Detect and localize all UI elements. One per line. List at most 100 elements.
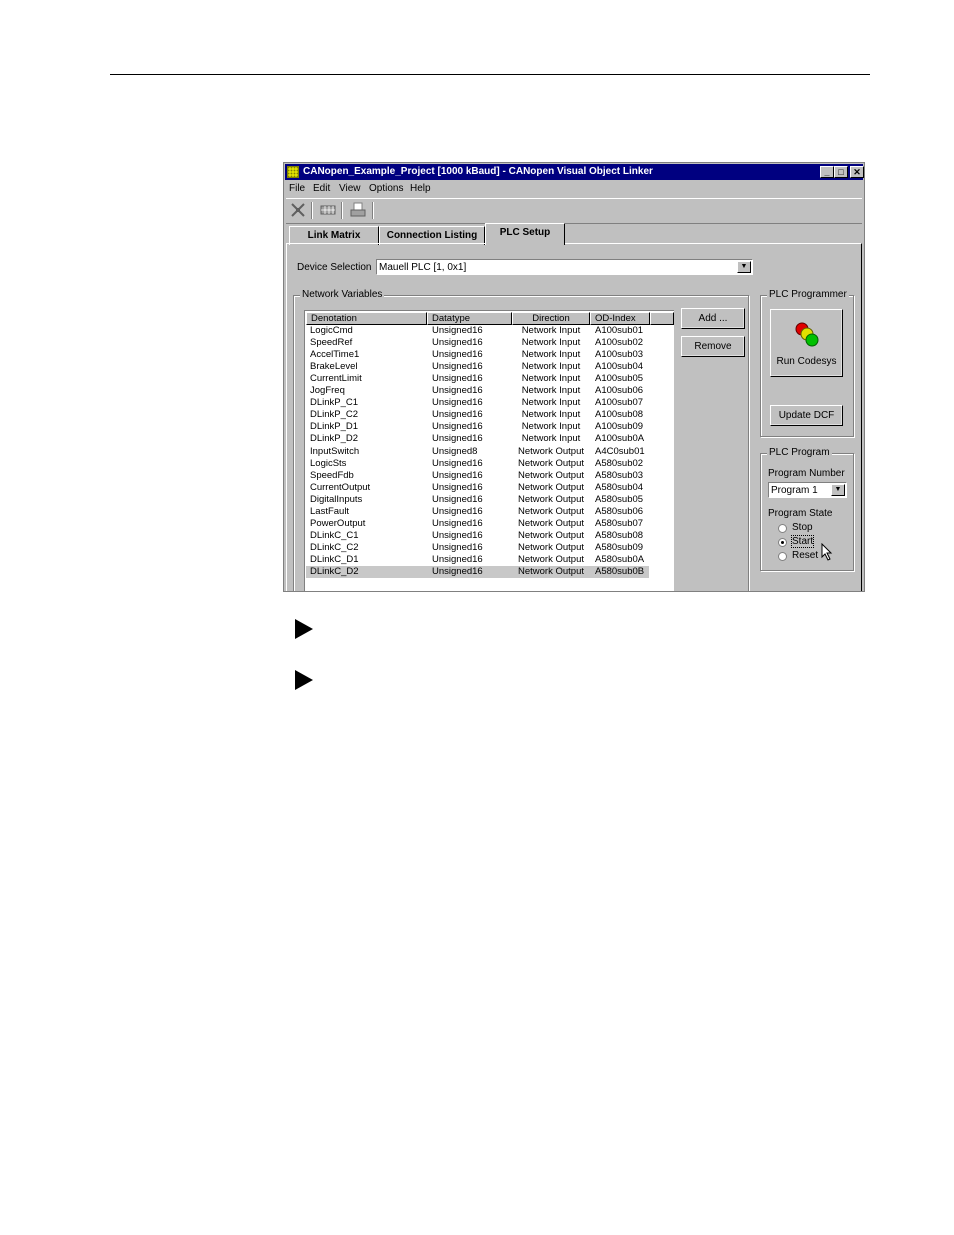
menu-help[interactable]: Help — [410, 183, 431, 194]
toolbar — [286, 198, 862, 224]
table-row[interactable]: LastFault Unsigned16 Network Output A580sub… — [306, 506, 649, 518]
table-row[interactable]: AccelTime1 Unsigned16 Network Input A100sub… — [306, 349, 649, 361]
bullet-arrow-icon — [295, 619, 313, 639]
table-row[interactable]: BrakeLevel Unsigned16 Network Input A100sub… — [306, 361, 649, 373]
maximize-button[interactable]: □ — [834, 166, 848, 178]
table-row[interactable]: SpeedRef Unsigned16 Network Input A100sub02 — [306, 337, 649, 349]
cell-direction: Network Input — [521, 349, 581, 361]
close-button[interactable]: ✕ — [850, 166, 864, 178]
traffic-light-icon — [795, 322, 819, 347]
cell-od-index: A580sub02 — [595, 457, 644, 469]
menu-edit[interactable]: Edit — [313, 183, 330, 194]
network-variables-list[interactable]: Denotation Datatype Direction OD-Index L… — [304, 310, 674, 591]
toolbar-separator — [372, 202, 374, 219]
cell-denotation: AccelTime1 — [310, 349, 360, 361]
cell-direction: Network Input — [521, 433, 581, 445]
cell-datatype: Unsigned16 — [432, 361, 483, 373]
run-codesys-button[interactable]: Run Codesys — [770, 309, 843, 377]
cell-direction: Network Input — [521, 361, 581, 373]
cell-direction: Network Input — [521, 385, 581, 397]
cell-datatype: Unsigned16 — [432, 541, 483, 553]
table-row[interactable]: InputSwitch Unsigned8 Network Output A4C0su… — [306, 446, 649, 458]
table-row[interactable]: DLinkC_D1 Unsigned16 Network Output A580sub… — [306, 554, 649, 566]
program-number-dropdown[interactable]: Program 1 ▼ — [768, 482, 847, 498]
cell-denotation: PowerOutput — [310, 517, 366, 529]
cell-datatype: Unsigned16 — [432, 337, 483, 349]
tab-plc-setup[interactable]: PLC Setup — [485, 223, 565, 245]
cell-datatype: Unsigned16 — [432, 409, 483, 421]
table-row[interactable]: DLinkC_C2 Unsigned16 Network Output A580sub… — [306, 542, 649, 554]
radio-stop-label: Stop — [792, 522, 813, 533]
cell-direction: Network Input — [521, 409, 581, 421]
cell-od-index: A580sub08 — [595, 529, 644, 541]
cell-od-index: A580sub07 — [595, 517, 644, 529]
cell-direction: Network Input — [521, 373, 581, 385]
minimize-button[interactable]: _ — [820, 166, 834, 178]
table-row[interactable]: DLinkP_C1 Unsigned16 Network Input A100sub0… — [306, 397, 649, 409]
column-header-direction[interactable]: Direction — [512, 312, 590, 325]
cell-od-index: A100sub07 — [595, 397, 644, 409]
cell-denotation: DLinkC_C2 — [310, 541, 359, 553]
cell-denotation: JogFreq — [310, 385, 345, 397]
cell-datatype: Unsigned16 — [432, 373, 483, 385]
cell-direction: Network Output — [518, 493, 584, 505]
cell-denotation: CurrentOutput — [310, 481, 371, 493]
table-row[interactable]: DigitalInputs Unsigned16 Network Output A58… — [306, 494, 649, 506]
chevron-down-icon[interactable]: ▼ — [831, 484, 845, 496]
menu-view[interactable]: View — [339, 183, 361, 194]
chevron-down-icon[interactable]: ▼ — [737, 261, 751, 273]
cell-denotation: InputSwitch — [310, 445, 360, 457]
mouse-cursor-icon — [821, 543, 833, 561]
cell-direction: Network Output — [518, 505, 584, 517]
add-button[interactable]: Add ... — [681, 308, 745, 329]
title-bar: CANopen_Example_Project [1000 kBaud] - C… — [285, 164, 864, 180]
cell-denotation: DLinkC_D2 — [310, 566, 359, 577]
table-row[interactable]: CurrentOutput Unsigned16 Network Output A58… — [306, 482, 649, 494]
print-icon[interactable] — [349, 202, 367, 218]
table-row[interactable]: DLinkP_C2 Unsigned16 Network Input A100sub0… — [306, 409, 649, 421]
table-row[interactable]: SpeedFdb Unsigned16 Network Output A580sub0… — [306, 470, 649, 482]
cell-direction: Network Output — [518, 517, 584, 529]
grid-icon[interactable] — [319, 202, 337, 218]
cell-direction: Network Output — [518, 469, 584, 481]
network-variables-label: Network Variables — [300, 289, 385, 300]
cell-od-index: A100sub02 — [595, 337, 644, 349]
column-header-datatype[interactable]: Datatype — [427, 312, 512, 325]
column-header-od-index[interactable]: OD-Index — [590, 312, 650, 325]
table-row[interactable]: LogicCmd Unsigned16 Network Input A100sub01 — [306, 325, 649, 337]
cell-denotation: DLinkP_D2 — [310, 433, 359, 445]
update-dcf-button[interactable]: Update DCF — [770, 405, 843, 426]
cell-denotation: LastFault — [310, 505, 350, 517]
table-row[interactable]: DLinkP_D2 Unsigned16 Network Input A100sub0… — [306, 433, 649, 445]
app-icon — [287, 166, 299, 178]
bullet-arrow-icon — [295, 670, 313, 690]
cell-datatype: Unsigned16 — [432, 553, 483, 565]
cell-direction: Network Output — [518, 553, 584, 565]
radio-stop[interactable] — [778, 524, 787, 533]
menu-file[interactable]: File — [289, 183, 305, 194]
radio-start[interactable] — [778, 538, 787, 547]
remove-button[interactable]: Remove — [681, 336, 745, 357]
cell-datatype: Unsigned16 — [432, 325, 483, 336]
cell-datatype: Unsigned16 — [432, 529, 483, 541]
table-row[interactable]: DLinkP_D1 Unsigned16 Network Input A100sub0… — [306, 421, 649, 433]
table-row[interactable]: DLinkC_C1 Unsigned16 Network Output A580sub… — [306, 530, 649, 542]
cell-datatype: Unsigned16 — [432, 421, 483, 433]
cell-datatype: Unsigned16 — [432, 493, 483, 505]
cell-datatype: Unsigned16 — [432, 505, 483, 517]
column-header-filler — [650, 312, 674, 325]
table-row[interactable]: DLinkC_D2 Unsigned16 Network Output A580sub… — [306, 566, 649, 578]
table-row[interactable]: CurrentLimit Unsigned16 Network Input A100s… — [306, 373, 649, 385]
menu-options[interactable]: Options — [369, 183, 403, 194]
cell-direction: Network Input — [521, 337, 581, 349]
device-selection-dropdown[interactable]: Mauell PLC [1, 0x1] ▼ — [376, 259, 753, 275]
cell-denotation: DLinkP_D1 — [310, 421, 359, 433]
table-row[interactable]: LogicSts Unsigned16 Network Output A580sub0… — [306, 458, 649, 470]
column-header-denotation[interactable]: Denotation — [306, 312, 427, 325]
table-row[interactable]: PowerOutput Unsigned16 Network Output A580s… — [306, 518, 649, 530]
cell-denotation: DLinkC_C1 — [310, 529, 359, 541]
network-scan-icon[interactable] — [289, 202, 307, 218]
table-row[interactable]: JogFreq Unsigned16 Network Input A100sub06 — [306, 385, 649, 397]
window-title: CANopen_Example_Project [1000 kBaud] - C… — [303, 166, 653, 177]
radio-reset[interactable] — [778, 552, 787, 561]
